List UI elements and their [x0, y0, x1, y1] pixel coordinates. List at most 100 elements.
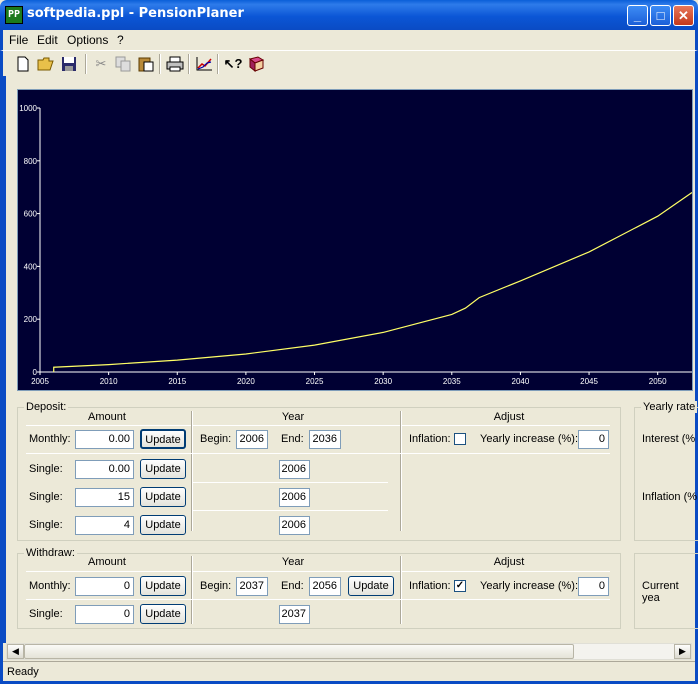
deposit-single-amount[interactable]: 0.00 — [75, 460, 134, 479]
divider — [26, 425, 610, 426]
deposit-single-year[interactable]: 2006 — [279, 460, 310, 479]
withdraw-single-amount[interactable]: 0 — [75, 605, 134, 624]
withdraw-col-amount: Amount — [88, 556, 126, 568]
deposit-end-label: End: — [281, 433, 304, 445]
open-icon[interactable] — [36, 54, 56, 74]
deposit-begin-year[interactable]: 2006 — [236, 430, 268, 449]
deposit-single-year[interactable]: 2006 — [279, 488, 310, 507]
withdraw-single-update-button[interactable]: Update — [140, 604, 186, 624]
x-tick-label: 2005 — [31, 377, 49, 386]
divider — [400, 411, 402, 531]
withdraw-year-update-button[interactable]: Update — [348, 576, 394, 596]
minimize-button[interactable]: _ — [627, 5, 648, 26]
interest-label: Interest (% — [642, 433, 696, 445]
app-icon: PP — [5, 6, 23, 24]
toolbar-separator — [217, 54, 219, 74]
copy-icon[interactable] — [113, 54, 133, 74]
x-tick-label: 2030 — [374, 377, 392, 386]
toolbar-separator — [188, 54, 190, 74]
divider — [26, 599, 610, 600]
deposit-col-adjust: Adjust — [493, 411, 525, 423]
divider — [26, 571, 610, 572]
chart-icon[interactable] — [194, 54, 214, 74]
book-icon[interactable] — [246, 54, 266, 74]
toolbar: ✂ ↖? — [0, 50, 698, 76]
deposit-single-label: Single: — [29, 463, 63, 475]
withdraw-end-label: End: — [281, 580, 304, 592]
toolbar-separator — [85, 54, 87, 74]
close-button[interactable]: ✕ — [673, 5, 694, 26]
withdraw-begin-year[interactable]: 2037 — [236, 577, 268, 596]
scroll-thumb[interactable] — [24, 644, 574, 659]
x-tick-label: 2045 — [580, 377, 598, 386]
horizontal-scrollbar[interactable]: ◀ ▶ — [6, 643, 692, 660]
toolbar-separator — [159, 54, 161, 74]
deposit-yearly-increase-input[interactable]: 0 — [578, 430, 609, 449]
scroll-left-arrow-icon[interactable]: ◀ — [7, 644, 24, 659]
deposit-yearly-increase-label: Yearly increase (%): — [480, 433, 579, 445]
y-tick-label: 0 — [33, 368, 38, 377]
y-tick-label: 200 — [24, 315, 38, 324]
status-bar: Ready — [3, 661, 695, 681]
y-tick-label: 1000 — [19, 104, 37, 113]
help-pointer-icon[interactable]: ↖? — [223, 54, 243, 74]
deposit-single-update-button[interactable]: Update — [140, 515, 186, 535]
menu-edit[interactable]: Edit — [37, 33, 58, 47]
deposit-monthly-amount[interactable]: 0.00 — [75, 430, 134, 449]
deposit-single-update-button[interactable]: Update — [140, 487, 186, 507]
withdraw-inflation-checkbox[interactable]: ✓ — [454, 580, 466, 592]
inflation-rate-label: Inflation (% — [642, 491, 698, 503]
withdraw-label: Withdraw: — [24, 547, 77, 559]
x-tick-label: 2020 — [237, 377, 255, 386]
deposit-monthly-label: Monthly: — [29, 433, 71, 445]
scroll-right-arrow-icon[interactable]: ▶ — [674, 644, 691, 659]
deposit-single-year[interactable]: 2006 — [279, 516, 310, 535]
deposit-single-update-button[interactable]: Update — [140, 459, 186, 479]
window-title: softpedia.ppl - PensionPlaner — [27, 6, 244, 21]
yearly-rates-group — [634, 407, 698, 541]
series-line — [53, 192, 692, 372]
deposit-end-year[interactable]: 2036 — [309, 430, 341, 449]
menu-options[interactable]: Options — [67, 33, 108, 47]
withdraw-end-year[interactable]: 2056 — [309, 577, 341, 596]
withdraw-single-label: Single: — [29, 608, 63, 620]
x-tick-label: 2050 — [649, 377, 667, 386]
withdraw-col-year: Year — [281, 556, 305, 568]
deposit-inflation-label: Inflation: — [409, 433, 451, 445]
current-year-label: Current yea — [642, 580, 679, 604]
deposit-begin-label: Begin: — [200, 433, 232, 445]
status-text: Ready — [7, 666, 39, 678]
deposit-label: Deposit: — [24, 401, 69, 413]
deposit-col-year: Year — [281, 411, 305, 423]
maximize-button[interactable]: □ — [650, 5, 671, 26]
deposit-single-label: Single: — [29, 491, 63, 503]
divider — [193, 510, 388, 511]
x-tick-label: 2035 — [443, 377, 461, 386]
withdraw-single-year[interactable]: 2037 — [279, 605, 310, 624]
deposit-inflation-checkbox[interactable] — [454, 433, 466, 445]
x-tick-label: 2015 — [168, 377, 186, 386]
print-icon[interactable] — [165, 54, 185, 74]
cut-icon[interactable]: ✂ — [91, 54, 111, 74]
withdraw-yearly-increase-label: Yearly increase (%): — [480, 580, 579, 592]
deposit-single-amount[interactable]: 15 — [75, 488, 134, 507]
y-tick-label: 600 — [24, 210, 38, 219]
menu-file[interactable]: File — [9, 33, 28, 47]
menu-help[interactable]: ? — [117, 33, 124, 47]
deposit-single-amount[interactable]: 4 — [75, 516, 134, 535]
deposit-monthly-update-button[interactable]: Update — [140, 429, 186, 449]
withdraw-monthly-amount[interactable]: 0 — [75, 577, 134, 596]
withdraw-inflation-label: Inflation: — [409, 580, 451, 592]
divider — [191, 556, 193, 624]
y-tick-label: 400 — [24, 262, 38, 271]
chart-svg: 0 200 400 600 800 1000 2005 2010 2015 2020 2025 203… — [19, 104, 692, 386]
new-icon[interactable] — [13, 54, 33, 74]
paste-icon[interactable] — [136, 54, 156, 74]
withdraw-col-adjust: Adjust — [493, 556, 525, 568]
x-tick-label: 2040 — [512, 377, 530, 386]
menu-bar: File Edit Options ? — [0, 30, 698, 50]
withdraw-monthly-update-button[interactable]: Update — [140, 576, 186, 596]
withdraw-yearly-increase-input[interactable]: 0 — [578, 577, 609, 596]
save-icon[interactable] — [59, 54, 79, 74]
withdraw-begin-label: Begin: — [200, 580, 232, 592]
